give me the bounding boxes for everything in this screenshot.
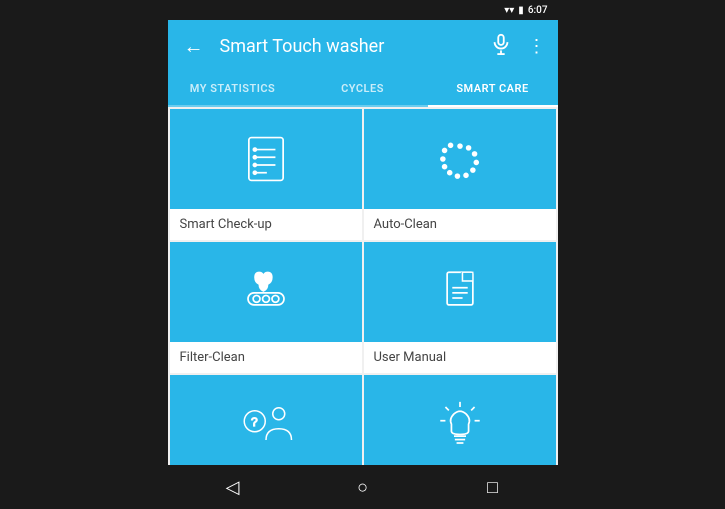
auto-clean-label: Auto-Clean (364, 209, 556, 240)
status-bar: ▾▾ ▮ 6:07 (168, 0, 558, 20)
person-question-icon: ? (236, 395, 296, 455)
svg-text:?: ? (251, 415, 258, 429)
page-title: Smart Touch washer (220, 36, 478, 57)
tabs-bar: MY STATISTICS CYCLES SMART CARE (168, 72, 558, 107)
auto-clean-icon-area (364, 109, 556, 209)
tab-cycles[interactable]: CYCLES (298, 72, 428, 105)
help-icon-area: ? (170, 375, 362, 465)
tab-my-statistics[interactable]: MY STATISTICS (168, 72, 298, 105)
phone-frame: ▾▾ ▮ 6:07 ← Smart Touch washer ⋮ MY STAT… (168, 0, 558, 509)
auto-clean-card[interactable]: Auto-Clean (364, 109, 556, 240)
help-card[interactable]: ? (170, 375, 362, 465)
lightbulb-card[interactable] (364, 375, 556, 465)
header: ← Smart Touch washer ⋮ (168, 20, 558, 72)
more-options-button[interactable]: ⋮ (528, 36, 546, 57)
back-button[interactable]: ← (180, 34, 208, 59)
home-nav-button[interactable]: ○ (343, 467, 383, 507)
filter-icon (236, 262, 296, 322)
user-manual-label: User Manual (364, 342, 556, 373)
recent-nav-button[interactable]: □ (473, 467, 513, 507)
dots-fan-icon (430, 129, 490, 189)
status-icons: ▾▾ ▮ 6:07 (504, 5, 547, 16)
status-time: 6:07 (528, 5, 548, 16)
header-actions: ⋮ (490, 33, 546, 60)
filter-clean-label: Filter-Clean (170, 342, 362, 373)
filter-clean-icon-area (170, 242, 362, 342)
lightbulb-icon (430, 395, 490, 455)
smart-checkup-label: Smart Check-up (170, 209, 362, 240)
checklist-icon (236, 129, 296, 189)
smart-care-grid: Smart Check-up (168, 107, 558, 465)
back-nav-button[interactable]: ◁ (213, 467, 253, 507)
battery-icon: ▮ (518, 5, 524, 16)
user-manual-card[interactable]: User Manual (364, 242, 556, 373)
filter-clean-card[interactable]: Filter-Clean (170, 242, 362, 373)
lightbulb-icon-area (364, 375, 556, 465)
smart-checkup-icon-area (170, 109, 362, 209)
document-icon (430, 262, 490, 322)
microphone-button[interactable] (490, 33, 512, 60)
user-manual-icon-area (364, 242, 556, 342)
wifi-icon: ▾▾ (504, 5, 514, 16)
tab-smart-care[interactable]: SMART CARE (428, 72, 558, 105)
smart-checkup-card[interactable]: Smart Check-up (170, 109, 362, 240)
nav-bar: ◁ ○ □ (168, 465, 558, 509)
